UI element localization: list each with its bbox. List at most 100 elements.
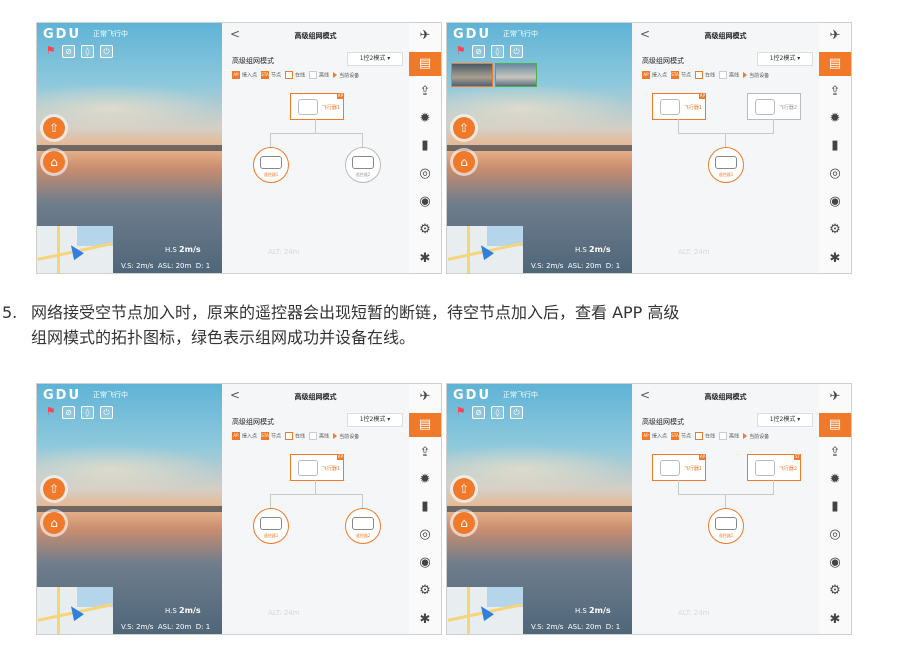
camera-icon[interactable]: ◉ (416, 193, 434, 211)
gimbal-icon[interactable]: ⚙ (826, 582, 844, 600)
vs-readout: V.S: 2m/s (121, 623, 154, 631)
target-icon[interactable]: ◎ (826, 526, 844, 544)
aircraft-node-2[interactable]: 飞行器2 (747, 93, 801, 120)
bell-icon[interactable]: ⚑ (455, 406, 466, 417)
diamond-icon[interactable]: ◊ (491, 45, 504, 58)
propeller-icon[interactable]: ✹ (416, 471, 434, 489)
no-signal-icon[interactable]: ⊘ (62, 406, 75, 419)
bell-icon[interactable]: ⚑ (455, 45, 466, 56)
no-signal-icon[interactable]: ⊘ (472, 406, 485, 419)
no-signal-icon[interactable]: ⊘ (62, 45, 75, 58)
network-panel: < 高级组网模式 高级组网模式 1控2模式 ▾ AP 接入点 STA 节点 在线 离… (222, 23, 409, 273)
mode-select[interactable]: 1控2模式 ▾ (347, 413, 403, 427)
settings-icon[interactable]: ✱ (416, 611, 434, 629)
gimbal-icon[interactable]: ⚙ (416, 221, 434, 239)
top-icons: ⚑ ⊘ ◊ ⏻ (455, 406, 523, 419)
network-panel: < 高级组网模式 高级组网模式 1控2模式 ▾ AP 接入点 STA 节点 在线 离… (632, 23, 819, 273)
drone-icon[interactable]: ✈ (826, 388, 844, 406)
gimbal-icon[interactable]: ⚙ (826, 221, 844, 239)
distance-readout: D: 1 (195, 623, 211, 631)
power-icon[interactable]: ⏻ (100, 45, 113, 58)
mode-label: 高级组网模式 (642, 57, 684, 65)
drone-icon[interactable]: ✈ (826, 27, 844, 45)
upload-icon[interactable]: ⇪ (416, 83, 434, 101)
distance-readout: D: 1 (195, 262, 211, 270)
takeoff-button[interactable]: ⇧ (453, 478, 475, 500)
top-icons: ⚑ ⊘ ◊ ⏻ (45, 406, 113, 419)
mini-map[interactable] (37, 587, 113, 634)
controller-node-1[interactable]: 遥控器1 (253, 508, 289, 544)
upload-icon[interactable]: ⇪ (826, 444, 844, 462)
remote-controller-icon[interactable]: ▤ (409, 52, 441, 76)
camera-icon[interactable]: ◉ (416, 554, 434, 572)
target-icon[interactable]: ◎ (416, 165, 434, 183)
camera-icon[interactable]: ◉ (826, 554, 844, 572)
app-logo: GDU (453, 388, 492, 403)
mini-map[interactable] (37, 226, 113, 273)
settings-icon[interactable]: ✱ (826, 611, 844, 629)
aircraft-node-1[interactable]: AP 飞行器1 (290, 454, 344, 481)
sta-text: 节点 (681, 433, 692, 440)
upload-icon[interactable]: ⇪ (826, 83, 844, 101)
diamond-icon[interactable]: ◊ (81, 45, 94, 58)
current-text: 当前设备 (749, 72, 770, 79)
sta-text: 节点 (271, 72, 282, 79)
controller-node-1[interactable]: 遥控器1 (253, 147, 289, 183)
bell-icon[interactable]: ⚑ (45, 45, 56, 56)
return-home-button[interactable]: ⌂ (43, 151, 65, 173)
camera-icon[interactable]: ◉ (826, 193, 844, 211)
return-home-button[interactable]: ⌂ (453, 151, 475, 173)
aircraft-node-1[interactable]: AP 飞行器1 (652, 454, 706, 481)
battery-icon[interactable]: ▮ (826, 498, 844, 516)
device-thumbnail-2[interactable] (495, 63, 537, 87)
battery-icon[interactable]: ▮ (826, 137, 844, 155)
aircraft-node-1[interactable]: AP 飞行器1 (652, 93, 706, 120)
mode-select[interactable]: 1控2模式 ▾ (757, 52, 813, 66)
settings-icon[interactable]: ✱ (416, 250, 434, 268)
controller-node-1[interactable]: 遥控器1 (708, 508, 744, 544)
sta-tag: STA (261, 432, 270, 440)
aircraft-node-1[interactable]: AP 飞行器1 (290, 93, 344, 120)
online-text: 在线 (295, 72, 306, 79)
battery-icon[interactable]: ▮ (416, 498, 434, 516)
remote-controller-icon[interactable]: ▤ (819, 52, 851, 76)
gimbal-icon[interactable]: ⚙ (416, 582, 434, 600)
aircraft-node-2[interactable]: ST 飞行器2 (747, 454, 801, 481)
return-home-button[interactable]: ⌂ (43, 512, 65, 534)
target-icon[interactable]: ◎ (826, 165, 844, 183)
remote-controller-icon[interactable]: ▤ (819, 413, 851, 437)
mode-select[interactable]: 1控2模式 ▾ (757, 413, 813, 427)
bell-icon[interactable]: ⚑ (45, 406, 56, 417)
controller-1-label: 遥控器1 (718, 533, 734, 538)
target-icon[interactable]: ◎ (416, 526, 434, 544)
power-icon[interactable]: ⏻ (510, 406, 523, 419)
remote-controller-icon[interactable]: ▤ (409, 413, 441, 437)
return-home-button[interactable]: ⌂ (453, 512, 475, 534)
battery-icon[interactable]: ▮ (416, 137, 434, 155)
mode-select[interactable]: 1控2模式 ▾ (347, 52, 403, 66)
drone-icon[interactable]: ✈ (416, 27, 434, 45)
controller-node-2[interactable]: 遥控器2 (345, 508, 381, 544)
no-signal-icon[interactable]: ⊘ (472, 45, 485, 58)
propeller-icon[interactable]: ✹ (826, 110, 844, 128)
takeoff-button[interactable]: ⇧ (453, 117, 475, 139)
controller-node-1[interactable]: 遥控器1 (708, 147, 744, 183)
takeoff-button[interactable]: ⇧ (43, 478, 65, 500)
mini-map[interactable] (447, 226, 523, 273)
propeller-icon[interactable]: ✹ (826, 471, 844, 489)
settings-icon[interactable]: ✱ (826, 250, 844, 268)
upload-icon[interactable]: ⇪ (416, 444, 434, 462)
mode-value: 1控2模式 (769, 55, 796, 62)
diamond-icon[interactable]: ◊ (81, 406, 94, 419)
controller-node-2[interactable]: 遥控器2 (345, 147, 381, 183)
propeller-icon[interactable]: ✹ (416, 110, 434, 128)
power-icon[interactable]: ⏻ (510, 45, 523, 58)
drone-icon[interactable]: ✈ (416, 388, 434, 406)
device-thumbnail-1[interactable] (451, 63, 493, 87)
diamond-icon[interactable]: ◊ (491, 406, 504, 419)
distance-readout: D: 1 (605, 623, 621, 631)
power-icon[interactable]: ⏻ (100, 406, 113, 419)
ap-tag: AP (642, 71, 650, 79)
mini-map[interactable] (447, 587, 523, 634)
takeoff-button[interactable]: ⇧ (43, 117, 65, 139)
